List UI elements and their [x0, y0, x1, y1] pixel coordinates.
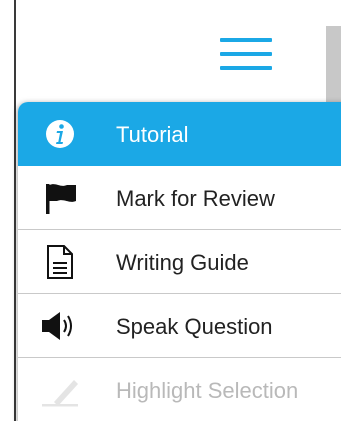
menu-item-speak-question[interactable]: Speak Question [18, 294, 341, 358]
info-icon [46, 120, 74, 148]
menu-item-tutorial[interactable]: Tutorial [18, 102, 341, 166]
hamburger-bar [220, 38, 272, 42]
menu-item-highlight-selection: Highlight Selection [18, 358, 341, 421]
tools-menu: Tutorial Mark for Review Writing Guide S… [18, 102, 341, 421]
menu-item-writing-guide[interactable]: Writing Guide [18, 230, 341, 294]
hamburger-bar [220, 52, 272, 56]
document-icon [47, 245, 73, 279]
content-border [14, 0, 16, 421]
menu-item-label: Highlight Selection [116, 378, 299, 403]
menu-item-label: Speak Question [116, 314, 273, 339]
menu-item-label: Writing Guide [116, 250, 249, 275]
scrollbar-thumb[interactable] [326, 26, 341, 108]
speaker-icon [42, 312, 72, 340]
hamburger-menu-icon[interactable] [217, 36, 275, 76]
menu-item-mark-for-review[interactable]: Mark for Review [18, 166, 341, 230]
app-window: Tutorial Mark for Review Writing Guide S… [0, 0, 341, 421]
hamburger-bar [220, 66, 272, 70]
highlighter-icon [42, 380, 78, 407]
menu-item-label: Tutorial [116, 122, 189, 147]
menu-item-label: Mark for Review [116, 186, 275, 211]
page-background-edge [0, 0, 14, 421]
flag-icon [46, 184, 76, 214]
